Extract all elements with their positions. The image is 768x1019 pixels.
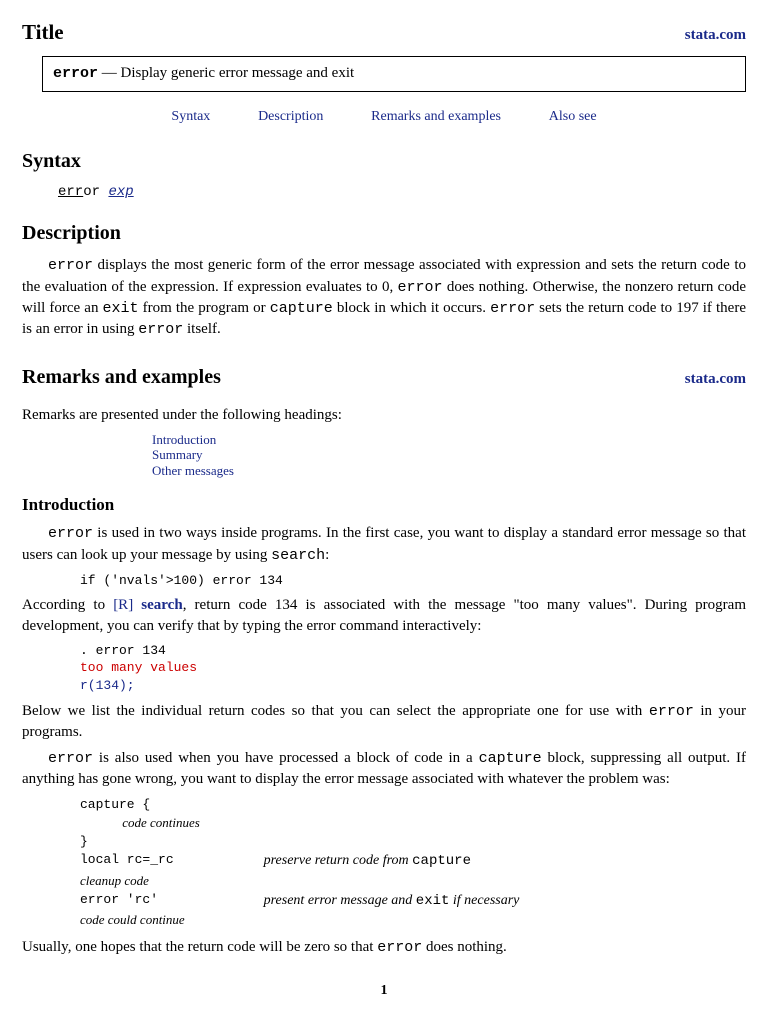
toc-summary[interactable]: Summary [152,447,746,463]
page-title-label: Title [22,18,64,46]
code3-l6-comment: present error message and exit if necess… [174,891,520,912]
description-heading: Description [22,220,746,247]
code3-l4: local rc=_rc [80,851,174,872]
nav-links: Syntax Description Remarks and examples … [22,106,746,127]
intro-p5-text2: does nothing. [422,939,507,955]
desc-text-6: itself. [183,321,221,337]
intro-p2-text1: According to [22,597,113,613]
syntax-cmd-abbrev: err [58,184,83,200]
code2-line2: too many values [80,660,197,675]
nav-also-see[interactable]: Also see [549,109,597,124]
page-number: 1 [22,982,746,1001]
intro-p3: Below we list the individual return code… [22,701,746,743]
remarks-toc: Introduction Summary Other messages [152,432,746,479]
intro-p4-cmd1: error [48,750,93,767]
intro-p5-cmd: error [377,939,422,956]
intro-p3-text1: Below we list the individual return code… [22,703,649,719]
desc-cmd-5: error [490,300,535,317]
desc-cmd-1: error [48,257,93,274]
stata-com-link-top[interactable]: stata.com [685,25,746,45]
syntax-cmd-rest: or [83,184,100,200]
desc-cmd-2: error [398,279,443,296]
intro-p1-search: search [271,547,325,564]
intro-p4-cmd2: capture [479,750,542,767]
stata-com-link-remarks[interactable]: stata.com [685,369,746,389]
syntax-exp-link[interactable]: exp [108,184,133,200]
code3-l6: error 'rc' [80,891,174,912]
intro-p4-text1: is also used when you have processed a b… [93,750,479,766]
intro-p2-bracket: [R] [113,597,133,613]
desc-cmd-6: error [138,321,183,338]
command-name: error [53,65,98,82]
description-paragraph: error displays the most generic form of … [22,255,746,340]
title-summary: Display generic error message and exit [121,65,355,81]
desc-text-4: block in which it occurs. [333,300,490,316]
code-block-2: . error 134 too many values r(134); [80,642,746,695]
code3-l4-comment: preserve return code from capture [174,851,520,872]
title-box: error — Display generic error message an… [42,56,746,91]
code3-l5: cleanup code [80,873,149,888]
intro-p1-colon: : [325,547,329,563]
code2-line3: r(134); [80,678,135,693]
nav-description[interactable]: Description [258,109,323,124]
intro-p1: error is used in two ways inside program… [22,523,746,566]
code2-line1: . error 134 [80,643,166,658]
nav-syntax[interactable]: Syntax [171,109,210,124]
intro-p5: Usually, one hopes that the return code … [22,937,746,958]
search-manual-link[interactable]: search [133,597,183,613]
intro-p5-text1: Usually, one hopes that the return code … [22,939,377,955]
intro-p1-cmd: error [48,525,93,542]
toc-other[interactable]: Other messages [152,463,746,479]
desc-cmd-3: exit [103,300,139,317]
intro-p1-text: is used in two ways inside programs. In … [22,525,746,562]
remarks-heading: Remarks and examples [22,364,221,391]
code3-l1: capture { [80,796,519,814]
introduction-heading: Introduction [22,494,746,517]
code3-l7: code could continue [80,912,185,927]
title-dash: — [98,65,121,81]
code-block-3: capture { code continues } local rc=_rc … [80,796,519,931]
intro-p3-cmd: error [649,703,694,720]
remarks-intro-line: Remarks are presented under the followin… [22,405,746,425]
nav-remarks[interactable]: Remarks and examples [371,109,501,124]
desc-text-3: from the program or [139,300,270,316]
desc-cmd-4: capture [270,300,333,317]
syntax-line: error exp [58,183,746,202]
intro-p2: According to [R] search, return code 134… [22,595,746,636]
syntax-heading: Syntax [22,148,746,175]
code-block-1: if ('nvals'>100) error 134 [80,572,746,590]
intro-p4: error is also used when you have process… [22,748,746,790]
code3-l2: code continues [80,815,200,830]
toc-introduction[interactable]: Introduction [152,432,746,448]
code3-l3: } [80,833,519,851]
